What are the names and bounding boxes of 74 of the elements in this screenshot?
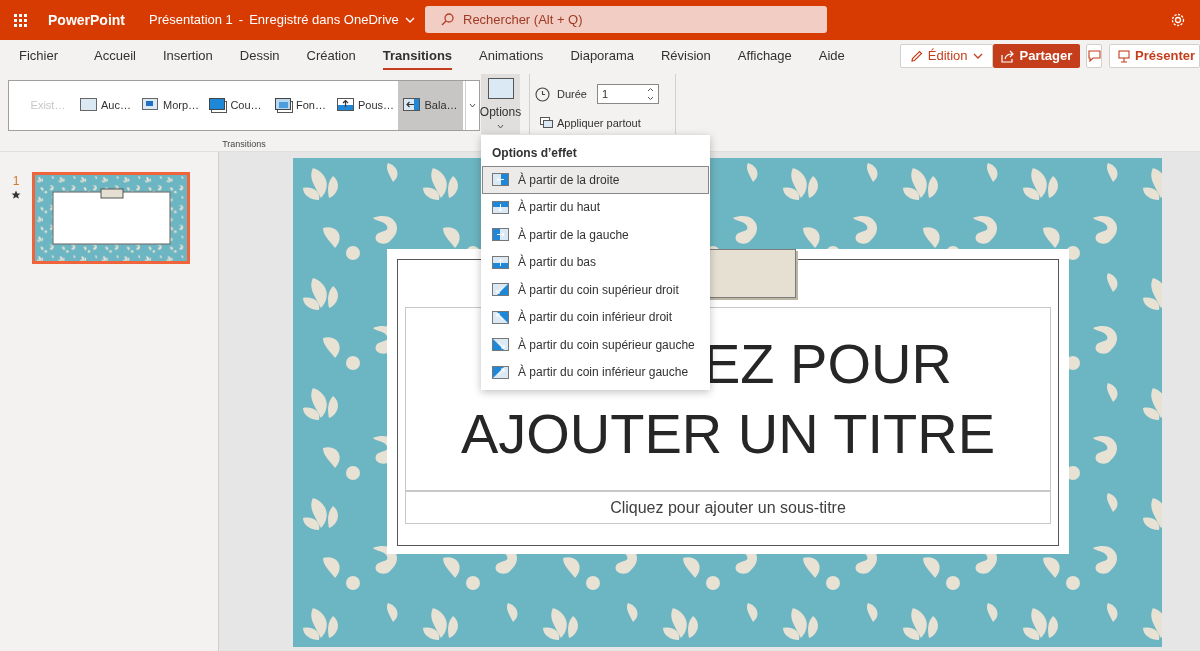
menu-item[interactable]: À partir de la droite xyxy=(482,166,709,194)
editing-mode-button[interactable]: Édition xyxy=(899,44,993,68)
direction-icon xyxy=(492,310,509,324)
transition-icon xyxy=(141,97,160,113)
transition-icon xyxy=(209,97,228,113)
settings-icon[interactable] xyxy=(1170,12,1186,28)
menu-item[interactable]: À partir du bas xyxy=(482,248,709,276)
transition-option[interactable]: Fon… xyxy=(268,81,333,130)
ribbon-tab[interactable]: Insertion xyxy=(162,40,213,72)
app-launcher-icon[interactable] xyxy=(14,13,27,27)
subtitle-placeholder[interactable]: Cliquez pour ajouter un sous-titre xyxy=(405,491,1051,524)
slide-icon xyxy=(487,78,514,100)
transition-option[interactable]: Morp… xyxy=(138,81,203,130)
transition-icon xyxy=(403,97,422,113)
title-text: AJOUTER UN TITRE xyxy=(460,401,996,467)
slides-icon xyxy=(540,117,553,130)
ribbon-tab[interactable]: Révision xyxy=(660,40,711,72)
spinner-icon xyxy=(646,87,654,101)
ribbon-tab[interactable]: Animations xyxy=(479,40,544,72)
document-title[interactable]: Présentation 1 xyxy=(149,10,233,30)
chevron-down-icon xyxy=(404,17,415,23)
group-label: Transitions xyxy=(222,137,266,151)
comment-icon xyxy=(1087,50,1101,62)
direction-icon xyxy=(492,283,509,297)
options-button[interactable]: Options xyxy=(481,74,520,134)
transition-icon xyxy=(80,97,98,113)
menu-item[interactable]: À partir du coin inférieur gauche xyxy=(482,358,709,386)
ribbon-tab[interactable]: Aide xyxy=(818,40,845,72)
title-separator: - xyxy=(238,11,244,30)
chevron-down-icon xyxy=(972,53,983,59)
app-name[interactable]: PowerPoint xyxy=(48,9,125,31)
slide-thumbnail[interactable] xyxy=(32,172,190,264)
ribbon-tab[interactable]: Fichier xyxy=(19,40,58,72)
menu-item[interactable]: À partir du haut xyxy=(482,193,709,221)
transition-option: Exist… xyxy=(23,81,73,130)
duration-label: Durée xyxy=(557,86,587,102)
direction-icon xyxy=(492,255,509,269)
ribbon-tab[interactable]: Transitions xyxy=(382,40,453,72)
search-field[interactable]: Rechercher (Alt + Q) xyxy=(425,6,827,33)
direction-icon xyxy=(492,228,509,242)
present-button[interactable]: Présenter xyxy=(1109,44,1200,68)
ribbon-tab[interactable]: Dessin xyxy=(239,40,280,72)
pencil-icon xyxy=(909,49,923,63)
duration-field[interactable]: 1 xyxy=(596,84,659,104)
transition-icon xyxy=(275,97,293,113)
transition-option[interactable]: Bala… xyxy=(398,81,463,130)
direction-icon xyxy=(492,338,509,352)
slide-number: 1 xyxy=(12,173,20,190)
direction-icon xyxy=(492,173,509,187)
direction-icon xyxy=(492,365,509,379)
transition-icon xyxy=(336,97,355,113)
save-status[interactable]: Enregistré dans OneDrive xyxy=(249,10,399,30)
transition-option[interactable]: Pous… xyxy=(333,81,398,130)
ribbon-tab[interactable]: Diaporama xyxy=(570,40,634,72)
apply-to-all-button[interactable]: Appliquer partout xyxy=(540,115,675,132)
direction-icon xyxy=(492,200,509,214)
star-icon xyxy=(11,190,21,199)
menu-item[interactable]: À partir de la gauche xyxy=(482,221,709,249)
presentation-icon xyxy=(1118,49,1130,63)
ribbon-tab[interactable]: Création xyxy=(306,40,356,72)
transition-option[interactable]: Auc… xyxy=(73,81,138,130)
transition-option[interactable]: Cou… xyxy=(203,81,268,130)
menu-title: Options d’effet xyxy=(491,145,578,162)
menu-item[interactable]: À partir du coin supérieur droit xyxy=(482,276,709,304)
share-button[interactable]: Partager xyxy=(992,44,1081,68)
ribbon-tab[interactable]: Accueil xyxy=(94,40,136,72)
comments-button[interactable] xyxy=(1086,44,1102,68)
clock-icon xyxy=(535,86,550,102)
share-icon xyxy=(1000,49,1015,63)
chevron-down-icon xyxy=(469,102,476,108)
search-icon xyxy=(441,13,454,26)
menu-item[interactable]: À partir du coin supérieur gauche xyxy=(482,331,709,359)
chevron-down-icon xyxy=(497,124,504,129)
ribbon-tab[interactable]: Affichage xyxy=(737,40,792,72)
